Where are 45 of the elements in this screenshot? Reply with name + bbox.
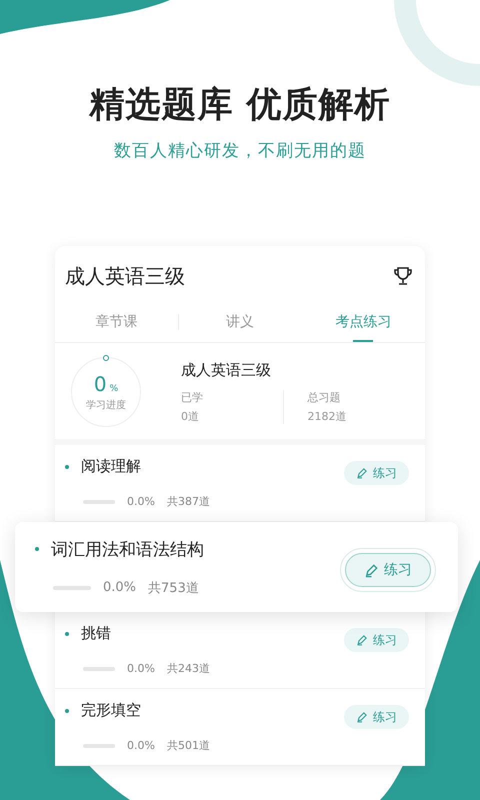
course-name: 成人英语三级 [181, 360, 272, 380]
topic-total: 共387道 [166, 494, 210, 509]
practice-button[interactable]: 练习 [344, 705, 409, 729]
topic-name: 挑错 [81, 624, 111, 643]
bullet-icon [65, 632, 69, 636]
topic-name: 完形填空 [81, 701, 141, 720]
stat-label: 总习题 [308, 390, 342, 404]
topic-percent: 0.0% [103, 580, 136, 595]
highlighted-topic-card[interactable]: 词汇用法和语法结构 0.0% 共753道 练习 [15, 522, 458, 612]
bullet-icon [65, 464, 69, 468]
stat-value: 2182道 [308, 408, 348, 424]
practice-button[interactable]: 练习 [345, 553, 431, 587]
tab[interactable]: 考点练习 [302, 302, 425, 342]
pencil-icon [356, 711, 368, 723]
topic-row[interactable]: 挑错 0.0% 共243道 练习 [55, 612, 425, 689]
pencil-icon [364, 562, 379, 578]
topic-percent: 0.0% [127, 662, 155, 675]
trophy-icon[interactable] [393, 266, 413, 286]
topic-row[interactable]: 完形填空 0.0% 共501道 练习 [55, 689, 425, 766]
tab-underline [353, 340, 374, 342]
subheadline: 数百人精心研发，不刷无用的题 [114, 140, 366, 162]
pencil-icon [356, 467, 368, 479]
topic-percent: 0.0% [127, 739, 155, 752]
tab[interactable]: 讲义 [178, 302, 302, 342]
pencil-icon [356, 634, 368, 646]
topic-total: 共501道 [166, 738, 210, 753]
practice-button[interactable]: 练习 [344, 461, 409, 485]
topic-name: 阅读理解 [81, 457, 141, 476]
headline: 精选题库 优质解析 [89, 84, 391, 126]
topic-percent: 0.0% [127, 495, 155, 508]
progress-value: 0 [94, 372, 107, 396]
course-title: 成人英语三级 [65, 262, 185, 290]
topic-name: 词汇用法和语法结构 [51, 538, 204, 560]
bullet-icon [35, 547, 39, 551]
bullet-icon [65, 708, 69, 712]
progress-caption: 学习进度 [86, 398, 126, 412]
topic-total: 共753道 [148, 580, 199, 596]
topic-row[interactable]: 阅读理解 0.0% 共387道 练习 [55, 445, 425, 522]
progress-marker [103, 355, 109, 361]
progress-unit: % [110, 384, 118, 394]
practice-button[interactable]: 练习 [344, 628, 409, 652]
topic-total: 共243道 [166, 661, 210, 676]
stat-label: 已学 [181, 390, 204, 404]
tab[interactable]: 章节课 [55, 302, 178, 342]
stat-value: 0道 [181, 408, 200, 424]
